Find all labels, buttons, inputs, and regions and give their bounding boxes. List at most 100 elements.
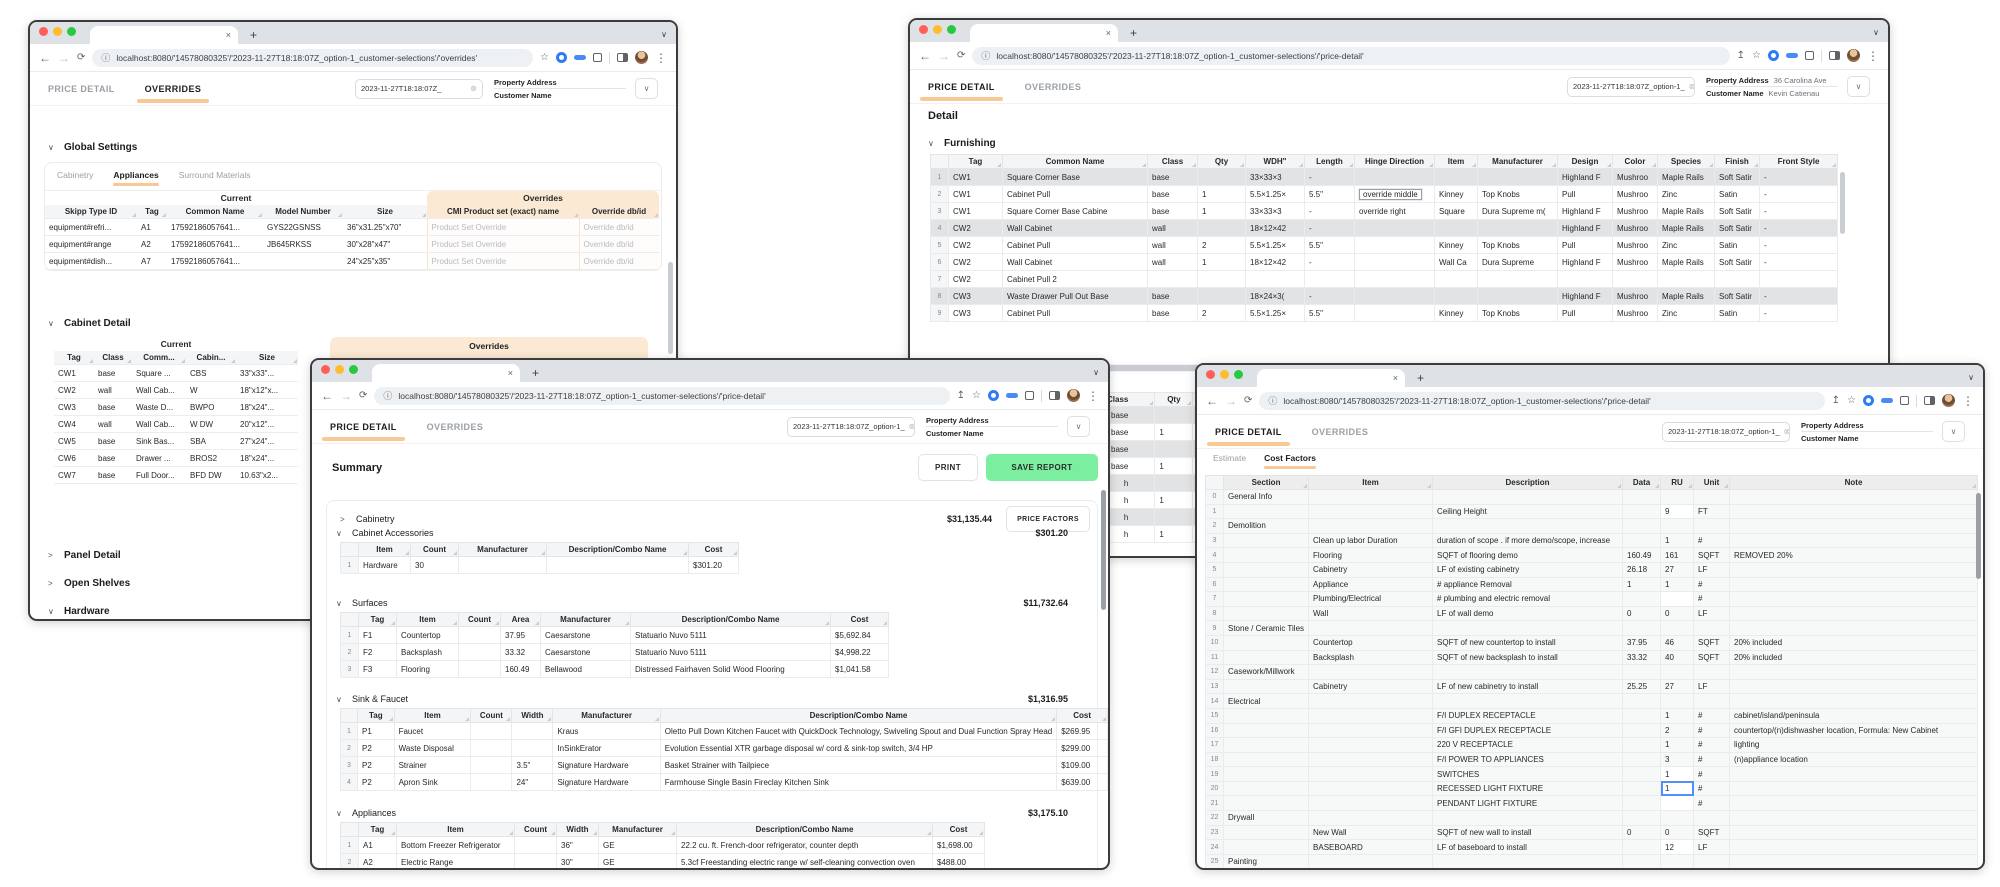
new-tab-button[interactable]: + — [250, 29, 257, 41]
cell[interactable]: General Info — [1222, 489, 1310, 505]
cell[interactable] — [1222, 737, 1310, 753]
site-info-icon[interactable]: ⓘ — [383, 389, 392, 402]
vertical-scrollbar[interactable] — [1976, 493, 1981, 579]
cell[interactable] — [1622, 591, 1662, 607]
cell[interactable]: - — [1304, 219, 1355, 237]
cell[interactable] — [1660, 591, 1695, 607]
new-tab-button[interactable]: + — [1130, 27, 1137, 39]
url-bar[interactable]: ⓘ localhost:8080/'14578080325'/'2023-11-2… — [1259, 391, 1825, 410]
cell[interactable] — [1222, 722, 1310, 739]
cell[interactable] — [1308, 853, 1434, 868]
cell[interactable]: 1 — [1622, 576, 1662, 593]
column-header-Item[interactable]: Item — [1434, 154, 1478, 169]
url-bar[interactable]: ⓘ localhost:8080/'14578080325'/'2023-11-2… — [374, 386, 950, 405]
forward-icon[interactable]: → — [58, 52, 70, 64]
back-icon[interactable]: ← — [1206, 395, 1218, 407]
cell[interactable]: 26.18 — [1622, 561, 1662, 578]
cell[interactable] — [1622, 795, 1662, 812]
cell[interactable] — [1693, 693, 1731, 709]
cell[interactable]: Stone / Ceramic Tiles — [1222, 620, 1310, 636]
cell[interactable]: # — [1693, 737, 1731, 753]
cell[interactable]: 1 — [1197, 185, 1246, 203]
password-manager-icon[interactable] — [1768, 50, 1779, 61]
table-vertical-scrollbar[interactable] — [1840, 172, 1845, 234]
cell[interactable]: - — [1304, 287, 1355, 305]
cell[interactable]: CW2 — [948, 270, 1003, 288]
cell[interactable] — [1660, 518, 1695, 534]
cell[interactable]: - — [1759, 253, 1838, 271]
cell[interactable]: Wall Cabinet — [1002, 253, 1148, 271]
cell[interactable] — [1622, 780, 1662, 797]
cell[interactable]: countertop/(n)dishwasher location, Formu… — [1729, 722, 1979, 739]
cell[interactable]: CW2 — [948, 219, 1003, 237]
cell[interactable]: Top Knobs — [1477, 185, 1558, 203]
cell[interactable]: Countertop — [1308, 634, 1434, 651]
cell[interactable] — [1477, 270, 1558, 288]
key-extension-icon[interactable] — [1006, 393, 1018, 398]
menu-icon[interactable]: ⋮ — [1087, 390, 1099, 402]
cell[interactable]: LF — [1693, 605, 1731, 622]
nav-tab-overrides[interactable]: OVERRIDES — [427, 410, 484, 443]
cell[interactable] — [1222, 824, 1310, 841]
cell[interactable]: Soft Satir — [1714, 253, 1760, 271]
cell[interactable]: 2 — [1197, 236, 1246, 254]
cell[interactable] — [1354, 304, 1435, 322]
cell[interactable] — [1222, 751, 1310, 768]
nav-tab-overrides[interactable]: OVERRIDES — [1312, 415, 1369, 448]
cell[interactable] — [1693, 853, 1731, 868]
traffic-light-zoom-button[interactable] — [947, 24, 956, 34]
cell[interactable]: New Wall — [1308, 824, 1434, 841]
cell[interactable] — [1729, 591, 1979, 607]
cell[interactable]: # — [1693, 707, 1731, 724]
cell[interactable] — [1222, 591, 1310, 607]
cell[interactable]: h — [1101, 474, 1156, 492]
nav-tab-overrides[interactable]: OVERRIDES — [136, 72, 209, 105]
cell[interactable] — [1729, 839, 1979, 855]
traffic-light-zoom-button[interactable] — [67, 26, 76, 36]
cell[interactable] — [1622, 532, 1662, 549]
cell[interactable] — [1622, 853, 1662, 868]
cell[interactable]: Highland F — [1557, 287, 1613, 305]
column-header-Tag[interactable]: Tag — [948, 154, 1003, 169]
cell[interactable]: Soft Satir — [1714, 202, 1760, 220]
cell[interactable]: Cabinetry — [1308, 678, 1434, 695]
cell[interactable] — [1477, 168, 1558, 186]
password-manager-icon[interactable] — [1863, 395, 1874, 406]
cell[interactable]: wall — [1147, 236, 1198, 254]
cell[interactable]: Wall Cabinet — [1002, 219, 1148, 237]
session-select-input[interactable]: 2023-11-27T18:18:07Z_ ⊗ — [355, 78, 483, 99]
cell[interactable] — [1622, 839, 1662, 855]
cell[interactable] — [1622, 503, 1662, 520]
cell[interactable]: 5.5" — [1304, 304, 1355, 322]
cell[interactable] — [1354, 287, 1435, 305]
column-header-Finish[interactable]: Finish — [1714, 154, 1760, 169]
traffic-light-minimize-button[interactable] — [933, 24, 942, 34]
side-panel-icon[interactable] — [1829, 51, 1840, 60]
bookmark-star-icon[interactable]: ☆ — [972, 390, 981, 401]
cell[interactable] — [1434, 168, 1478, 186]
cell[interactable]: Cabinet Pull — [1002, 304, 1148, 322]
cell[interactable] — [1660, 853, 1695, 868]
cell[interactable]: - — [1759, 185, 1838, 203]
cell[interactable] — [1729, 503, 1979, 520]
cell[interactable]: 1 — [1197, 253, 1246, 271]
report-dropdown-button[interactable]: ∨ — [1942, 421, 1965, 442]
cell[interactable]: base — [1101, 406, 1156, 424]
cell[interactable] — [1432, 693, 1624, 709]
cell[interactable] — [1308, 795, 1434, 812]
cell[interactable] — [1222, 532, 1310, 549]
cell[interactable] — [1693, 664, 1731, 680]
cell[interactable]: SQFT of flooring demo — [1432, 547, 1624, 563]
column-header-Length[interactable]: Length — [1304, 154, 1355, 169]
column-header-Description[interactable]: Description — [1432, 475, 1624, 490]
cell[interactable]: Drywall — [1222, 810, 1310, 826]
cell[interactable] — [1308, 620, 1434, 636]
traffic-light-minimize-button[interactable] — [335, 364, 344, 374]
cell[interactable]: # — [1693, 751, 1731, 768]
cell[interactable]: Mushroo — [1612, 236, 1658, 254]
traffic-light-close-button[interactable] — [919, 24, 928, 34]
cell[interactable]: FT — [1693, 503, 1731, 520]
cell[interactable] — [1222, 678, 1310, 695]
cell[interactable] — [1222, 605, 1310, 622]
cell[interactable] — [1729, 678, 1979, 695]
